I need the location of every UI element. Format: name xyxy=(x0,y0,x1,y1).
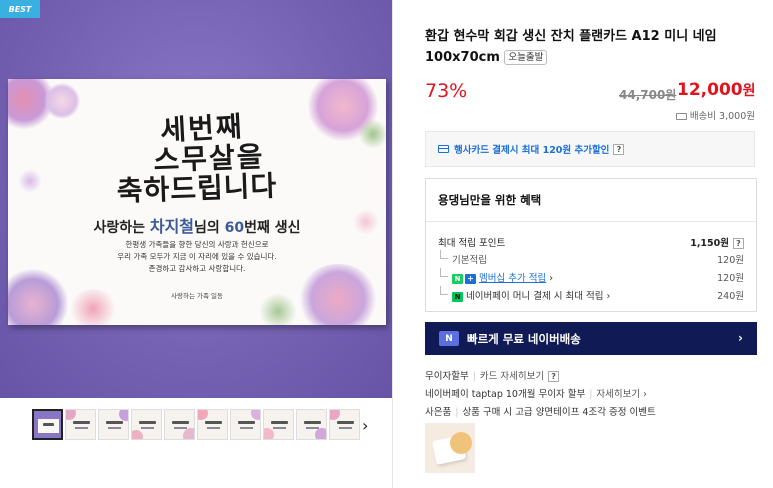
product-info-panel: 환갑 현수막 회갑 생신 잔치 플랜카드 A12 미니 네임 100x70cm … xyxy=(392,0,773,488)
plus-icon: + xyxy=(465,273,476,284)
discount-rate: 73% xyxy=(425,80,468,102)
original-price: 44,700원 xyxy=(619,88,677,102)
credit-card-icon xyxy=(438,145,449,153)
thumbnail-3[interactable] xyxy=(98,409,129,440)
chevron-right-icon: › xyxy=(738,331,743,345)
best-badge: BEST xyxy=(0,0,40,18)
banner-card-image: 세번째 스무살을 축하드립니다 사랑하는 차지철님의 60번째 생신 한평생 가… xyxy=(8,79,386,325)
help-icon[interactable]: ? xyxy=(548,371,560,382)
benefit-title: 용댕님만을 위한 혜택 xyxy=(438,193,542,207)
base-points-row: 기본적립 120원 xyxy=(438,250,744,266)
card-discount-offer[interactable]: 행사카드 결제시 최대 120원 추가할인 ? xyxy=(425,131,755,167)
product-image-area: BEST 세번째 스무살을 축하드립니다 사랑하는 차지철님의 60번째 생신 … xyxy=(0,0,392,488)
max-points-row: 최대 적립 포인트 1,150원? xyxy=(438,235,744,249)
today-ship-tag: 오늘출발 xyxy=(504,50,548,65)
benefit-box: 용댕님만을 위한 혜택 최대 적립 포인트 1,150원? 기본적립 120원 … xyxy=(425,178,757,312)
npay-money-points-row[interactable]: N 네이버페이 머니 결제 시 최대 적립 › 240원 xyxy=(438,286,744,302)
gift-info-row: 사은품 | 상품 구매 시 고급 양면테이프 4조각 증정 이벤트 xyxy=(425,407,656,418)
membership-points-row[interactable]: N + 멤버십 추가 적립 › 120원 xyxy=(438,268,744,284)
shipping-fee: 배송비 3,000원 xyxy=(675,108,755,122)
card-headline: 세번째 스무살을 축하드립니다 xyxy=(116,109,278,208)
installment-info-row: 무이자할부 | 카드 자세히보기? xyxy=(425,368,560,382)
card-subtitle: 사랑하는 차지철님의 60번째 생신 xyxy=(93,217,301,236)
help-icon[interactable]: ? xyxy=(733,238,744,249)
help-icon[interactable]: ? xyxy=(613,143,625,155)
thumbnail-10[interactable] xyxy=(329,409,360,440)
thumbnail-1[interactable] xyxy=(32,409,63,440)
thumbnail-2[interactable] xyxy=(65,409,96,440)
thumbnail-5[interactable] xyxy=(164,409,195,440)
thumbnail-8[interactable] xyxy=(263,409,294,440)
gift-image[interactable] xyxy=(425,423,475,473)
naver-n-icon: N xyxy=(452,274,463,284)
thumbnail-4[interactable] xyxy=(131,409,162,440)
card-details-link[interactable]: 카드 자세히보기 xyxy=(480,371,544,382)
main-product-image[interactable]: BEST 세번째 스무살을 축하드립니다 사랑하는 차지철님의 60번째 생신 … xyxy=(0,0,392,398)
card-body-text: 한평생 가족들을 향한 당신의 사랑과 헌신으로 우리 가족 모두가 지금 이 … xyxy=(117,240,277,273)
naver-delivery-icon: N xyxy=(439,331,459,346)
truck-icon xyxy=(675,113,687,120)
npay-icon: N xyxy=(452,292,463,302)
thumbnail-strip xyxy=(32,409,360,440)
taptap-info-row: 네이버페이 taptap 10개월 무이자 할부 | 자세히보기 › xyxy=(425,389,647,400)
thumbnail-7[interactable] xyxy=(230,409,261,440)
naver-delivery-banner[interactable]: N 빠르게 무료 네이버배송 › xyxy=(425,322,757,355)
card-signature: 사랑하는 가족 일동 xyxy=(171,292,223,300)
thumbnail-6[interactable] xyxy=(197,409,228,440)
sale-price: 12,000원 xyxy=(677,80,756,100)
divider xyxy=(426,221,756,222)
thumbnail-9[interactable] xyxy=(296,409,327,440)
taptap-details-link[interactable]: 자세히보기 › xyxy=(596,389,647,400)
product-title: 환갑 현수막 회갑 생신 잔치 플랜카드 A12 미니 네임 100x70cm … xyxy=(425,29,717,65)
chevron-right-icon[interactable]: › xyxy=(362,416,368,435)
